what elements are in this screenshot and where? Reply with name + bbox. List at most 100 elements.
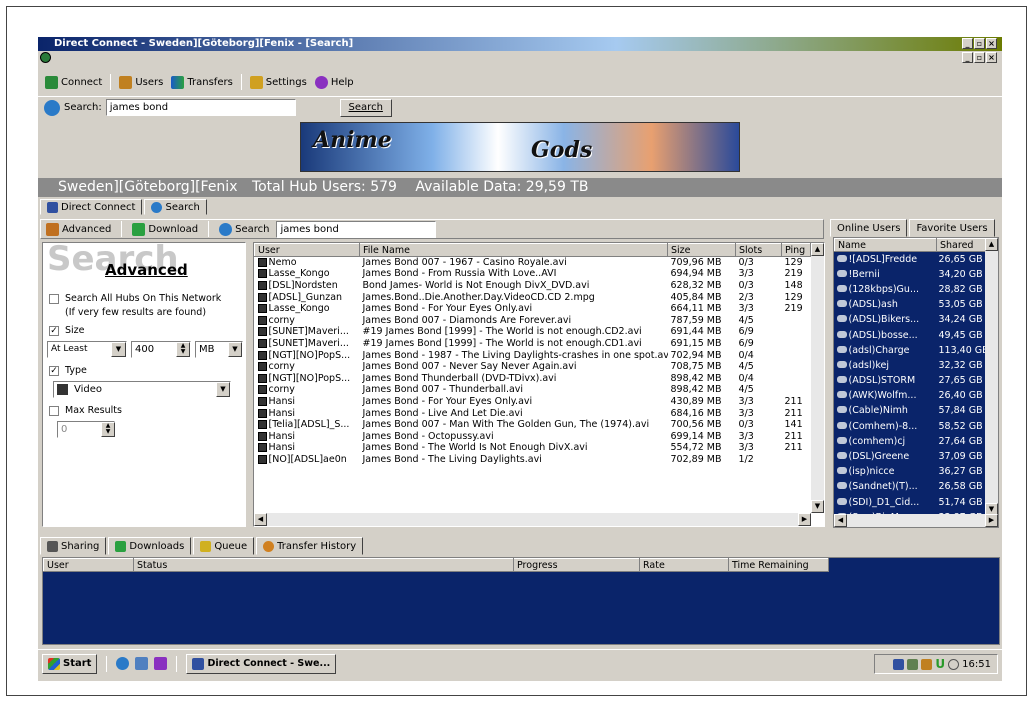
users-button[interactable]: Users <box>116 75 166 89</box>
table-row[interactable]: Hansi James Bond - The World Is Not Enoug… <box>255 442 811 454</box>
settings-button[interactable]: Settings <box>247 75 310 89</box>
scroll-up-icon[interactable]: ▲ <box>811 243 824 256</box>
results-column-header[interactable]: User <box>254 243 360 257</box>
tab-transfer-history[interactable]: Transfer History <box>256 537 364 555</box>
search-query-input[interactable]: james bond <box>276 220 437 238</box>
search-input[interactable]: james bond <box>105 99 296 116</box>
quicklaunch-icon[interactable] <box>154 657 168 670</box>
chevron-down-icon[interactable]: ▼ <box>111 342 126 357</box>
minimize-button[interactable]: _ <box>962 38 973 49</box>
list-item[interactable]: (128kbps)Gu... 28,82 GB <box>835 282 986 297</box>
list-item[interactable]: (Comhem)-8... 58,52 GB <box>835 419 986 434</box>
list-item[interactable]: (comhem)cj 27,64 GB <box>835 434 986 449</box>
table-row[interactable]: [DSL]Nordsten Bond James- World is Not En… <box>255 280 811 292</box>
list-item[interactable]: (ADSL)bosse... 49,45 GB <box>835 327 986 342</box>
results-column-header[interactable]: Ping <box>781 243 811 257</box>
chevron-down-icon[interactable]: ▼ <box>228 342 242 357</box>
all-hubs-checkbox[interactable] <box>49 294 59 304</box>
results-horizontal-scrollbar[interactable]: ◀ ▶ <box>254 513 811 526</box>
close-button[interactable]: × <box>986 38 997 49</box>
mdi-maximize-button[interactable]: ▫ <box>974 52 985 63</box>
downloads-column-header[interactable]: Status <box>133 558 514 572</box>
table-row[interactable]: Hansi James Bond - For Your Eyes Only.avi… <box>255 396 811 408</box>
table-row[interactable]: Lasse_Kongo James Bond - For Your Eyes On… <box>255 303 811 315</box>
results-column-header[interactable]: Size <box>667 243 736 257</box>
table-row[interactable]: corny James Bond 007 - Thunderball.avi 898… <box>255 384 811 396</box>
table-row[interactable]: [NO][ADSL]ae0n James Bond - The Living Da… <box>255 454 811 466</box>
max-results-spinner[interactable]: ▲ ▼ <box>101 422 115 437</box>
list-item[interactable]: (adsl)kej 32,32 GB <box>835 358 986 373</box>
downloads-column-header[interactable]: Time Remaining <box>728 558 829 572</box>
tab-search[interactable]: Search <box>144 199 207 215</box>
list-item[interactable]: (ADSL)Bikers... 34,24 GB <box>835 312 986 327</box>
help-button[interactable]: Help <box>312 75 357 89</box>
downloads-column-header[interactable]: User <box>43 558 134 572</box>
connect-button[interactable]: Connect <box>42 75 105 89</box>
scroll-left-icon[interactable]: ◀ <box>834 514 847 527</box>
results-column-header[interactable]: File Name <box>359 243 668 257</box>
scroll-down-icon[interactable]: ▼ <box>811 500 824 513</box>
scroll-left-icon[interactable]: ◀ <box>254 513 267 526</box>
table-row[interactable]: Lasse_Kongo James Bond - From Russia With… <box>255 268 811 280</box>
search-button[interactable]: Search <box>339 98 392 117</box>
list-item[interactable]: (Cable)Nimh 57,84 GB <box>835 403 986 418</box>
type-checkbox[interactable]: ✓ <box>49 366 59 376</box>
users-column-header[interactable]: Shared <box>936 238 986 252</box>
download-button[interactable]: Download <box>129 222 201 236</box>
table-row[interactable]: [Telia][ADSL]_S... James Bond 007 - Man W… <box>255 419 811 431</box>
tab-favorite-users[interactable]: Favorite Users <box>909 219 995 237</box>
list-item[interactable]: ![ADSL]Fredde 26,65 GB <box>835 252 986 267</box>
size-spinner[interactable]: ▲ ▼ <box>176 342 190 357</box>
search-run-button[interactable]: Search <box>216 222 272 236</box>
tab-queue[interactable]: Queue <box>193 537 255 555</box>
tray-network-icon[interactable] <box>893 658 905 670</box>
scroll-up-icon[interactable]: ▲ <box>985 238 998 251</box>
tab-online-users[interactable]: Online Users <box>830 219 908 237</box>
mdi-minimize-button[interactable]: _ <box>962 52 973 63</box>
users-horizontal-scrollbar[interactable]: ◀ ▶ <box>834 514 998 527</box>
table-row[interactable]: [SUNET]Maveri... #19 James Bond [1999] - … <box>255 326 811 338</box>
table-row[interactable]: [ADSL]_Gunzan James.Bond..Die.Another.Day… <box>255 291 811 303</box>
list-item[interactable]: (ADSL)STORM 27,65 GB <box>835 373 986 388</box>
users-vertical-scrollbar[interactable]: ▲ ▼ <box>985 238 998 516</box>
tray-app-icon[interactable] <box>907 658 919 670</box>
tray-u-icon[interactable]: U <box>935 657 945 671</box>
downloads-column-header[interactable]: Rate <box>639 558 729 572</box>
banner-ad[interactable]: Anime Gods <box>300 122 740 172</box>
advanced-button[interactable]: Advanced <box>43 222 114 236</box>
table-row[interactable]: Hansi James Bond - Live And Let Die.avi 68… <box>255 407 811 419</box>
list-item[interactable]: (Sandnet)(T)... 26,58 GB <box>835 479 986 494</box>
table-row[interactable]: [NGT][NO]PopS... James Bond - 1987 - The … <box>255 349 811 361</box>
mdi-close-button[interactable]: × <box>986 52 997 63</box>
results-vertical-scrollbar[interactable]: ▲ ▼ <box>811 243 824 513</box>
tab-direct-connect[interactable]: Direct Connect <box>40 199 143 215</box>
transfers-button[interactable]: Transfers <box>168 75 235 89</box>
results-column-header[interactable]: Slots <box>735 243 782 257</box>
users-column-header[interactable]: Name <box>834 238 937 252</box>
list-item[interactable]: !Bernii 34,20 GB <box>835 267 986 282</box>
taskbar-item-direct-connect[interactable]: Direct Connect - Swe... <box>186 653 337 674</box>
tab-sharing[interactable]: Sharing <box>40 537 107 555</box>
max-results-checkbox[interactable] <box>49 406 59 416</box>
table-row[interactable]: corny James Bond 007 - Diamonds Are Forev… <box>255 314 811 326</box>
list-item[interactable]: (adsl)Charge 113,40 GB <box>835 343 986 358</box>
maximize-button[interactable]: ▫ <box>974 38 985 49</box>
chevron-down-icon[interactable]: ▼ <box>216 382 230 397</box>
desktop-icon[interactable] <box>135 657 149 670</box>
list-item[interactable]: (DSL)Greene 37,09 GB <box>835 449 986 464</box>
list-item[interactable]: (SDI)_D1_Cid... 51,74 GB <box>835 495 986 510</box>
table-row[interactable]: [NGT][NO]PopS... James Bond Thunderball (… <box>255 372 811 384</box>
table-row[interactable]: corny James Bond 007 - Never Say Never Ag… <box>255 361 811 373</box>
scroll-right-icon[interactable]: ▶ <box>798 513 811 526</box>
start-button[interactable]: Start <box>42 653 98 674</box>
size-checkbox[interactable]: ✓ <box>49 326 59 336</box>
table-row[interactable]: Hansi James Bond - Octopussy.avi 699,14 MB… <box>255 430 811 442</box>
downloads-column-header[interactable]: Progress <box>513 558 640 572</box>
table-row[interactable]: Nemo James Bond 007 - 1967 - Casino Royal… <box>255 257 811 269</box>
scroll-right-icon[interactable]: ▶ <box>985 514 998 527</box>
type-select[interactable]: Video <box>53 381 231 398</box>
tab-downloads[interactable]: Downloads <box>108 537 192 555</box>
ie-icon[interactable] <box>116 657 130 670</box>
table-row[interactable]: [SUNET]Maveri... #19 James Bond [1999] - … <box>255 338 811 350</box>
tray-users-icon[interactable] <box>921 658 933 670</box>
